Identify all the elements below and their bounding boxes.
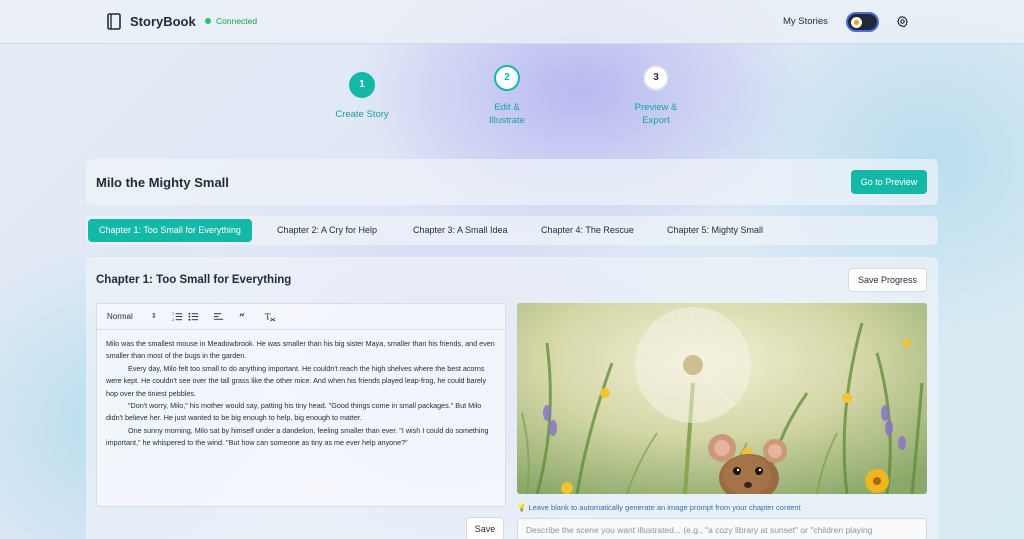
theme-toggle[interactable] [846,12,879,32]
svg-text:2: 2 [172,318,174,322]
step-label: Edit & Illustrate [489,102,525,126]
chapter-illustration[interactable] [517,303,927,494]
sun-icon [851,17,862,28]
svg-text:1: 1 [172,312,174,316]
paragraph: Milo was the smallest mouse in Meadowbro… [106,339,495,361]
book-icon [107,13,121,30]
save-button[interactable]: Save [466,517,504,539]
select-arrow-icon: ⇕ [151,313,157,320]
step-label: Preview & Export [634,102,678,126]
bullet-list-icon[interactable] [188,311,199,322]
tab-chapter-1[interactable]: Chapter 1: Too Small for Everything [88,219,252,242]
paragraph: Every day, Milo felt too small to do any… [106,363,487,398]
chapter-text[interactable]: Milo was the smallest mouse in Meadowbro… [106,338,498,450]
chapter-tabs: Chapter 1: Too Small for Everything Chap… [86,216,938,245]
save-progress-button[interactable]: Save Progress [848,268,927,292]
chapter-editor[interactable]: Normal ⇕ 1 2 ” T Milo was the smallest m… [96,303,506,507]
tab-chapter-4[interactable]: Chapter 4: The Rescue [541,219,634,242]
svg-text:T: T [265,311,271,321]
step-create-story[interactable]: 1 Create Story [302,72,422,121]
image-prompt-hint: 💡 Leave blank to automatically generate … [517,503,801,512]
image-prompt-input[interactable] [517,518,927,539]
align-icon[interactable] [213,311,224,322]
format-select[interactable]: Normal [107,312,133,321]
paragraph: One sunny morning, Milo sat by himself u… [106,425,489,448]
editor-toolbar: Normal ⇕ 1 2 ” T [97,304,505,330]
story-title-panel: Milo the Mighty Small Go to Preview [86,159,938,205]
ordered-list-icon[interactable]: 1 2 [172,311,183,322]
step-label: Create Story [335,109,389,120]
brand-name[interactable]: StoryBook [130,14,196,29]
top-header: StoryBook Connected My Stories [0,0,1024,44]
tab-chapter-2[interactable]: Chapter 2: A Cry for Help [277,219,377,242]
step-number: 1 [349,72,375,98]
paragraph: "Don't worry, Milo," his mother would sa… [106,401,482,423]
step-edit-illustrate[interactable]: 2 Edit & Illustrate [447,65,567,127]
tab-chapter-3[interactable]: Chapter 3: A Small Idea [413,219,508,242]
nav-my-stories[interactable]: My Stories [783,16,828,27]
clear-format-icon[interactable]: T [265,311,276,322]
quote-icon[interactable]: ” [239,311,250,322]
story-title: Milo the Mighty Small [96,175,229,190]
go-to-preview-button[interactable]: Go to Preview [851,170,927,194]
step-number: 2 [494,65,520,91]
gear-icon[interactable] [896,15,909,28]
connection-status: Connected [216,16,258,26]
step-preview-export[interactable]: 3 Preview & Export [596,65,716,127]
chapter-heading: Chapter 1: Too Small for Everything [96,274,292,286]
chapter-panel: Chapter 1: Too Small for Everything Save… [86,257,938,539]
step-number: 3 [643,65,669,91]
tab-chapter-5[interactable]: Chapter 5: Mighty Small [667,219,763,242]
svg-text:”: ” [239,313,245,322]
status-dot [205,18,211,24]
